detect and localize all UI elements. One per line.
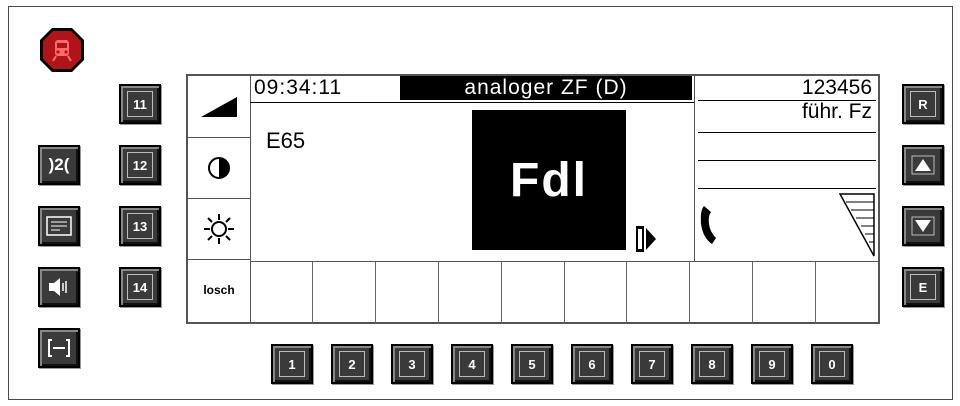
numeric-key-2[interactable]: 2	[331, 344, 373, 384]
loesch-label: losch	[203, 282, 235, 297]
pantograph-icon: )2(	[48, 155, 70, 174]
contrast-control[interactable]	[188, 137, 250, 199]
numeric-key-4[interactable]: 4	[451, 344, 493, 384]
function-key-14[interactable]: 14	[119, 267, 161, 307]
function-key-11[interactable]: 11	[119, 84, 161, 124]
call-direction-icon	[636, 226, 656, 252]
divider-line	[698, 188, 876, 189]
train-alarm-icon[interactable]	[38, 26, 86, 74]
brightness-icon	[204, 213, 234, 244]
soft-key[interactable]	[439, 262, 502, 323]
numeric-key-0[interactable]: 0	[811, 344, 853, 384]
numeric-key-7[interactable]: 7	[631, 344, 673, 384]
role-right: führ. Fz	[801, 100, 872, 123]
numeric-key-8[interactable]: 8	[691, 344, 733, 384]
reset-button[interactable]: R	[902, 84, 944, 124]
coupling-button[interactable]	[38, 328, 80, 368]
status-bar: 09:34:11 analoger ZF (D)	[250, 76, 694, 103]
soft-key[interactable]	[627, 262, 691, 323]
train-number: E65	[266, 128, 306, 153]
arrow-up-icon	[911, 155, 935, 175]
function-key-13[interactable]: 13	[119, 206, 161, 246]
volume-ramp-icon	[201, 96, 237, 117]
message-icon	[46, 216, 72, 236]
soft-key[interactable]	[376, 262, 439, 323]
loesch-button[interactable]: losch	[188, 259, 250, 320]
soft-key[interactable]	[250, 262, 313, 323]
contrast-icon	[208, 156, 230, 179]
numeric-key-3[interactable]: 3	[391, 344, 433, 384]
message-button[interactable]	[38, 206, 80, 246]
screen-control-column: losch	[188, 76, 251, 322]
arrow-down-button[interactable]	[902, 206, 944, 246]
clock-time: 09:34:11	[254, 76, 343, 99]
mode-indicator: analoger ZF (D)	[400, 76, 692, 100]
display-screen: losch 09:34:11 analoger ZF (D) E65 Fdl 1…	[186, 74, 880, 324]
coupling-icon	[48, 339, 70, 357]
arrow-up-button[interactable]	[902, 145, 944, 185]
soft-key[interactable]	[753, 262, 817, 323]
numeric-key-5[interactable]: 5	[511, 344, 553, 384]
id-number: 123456	[801, 76, 872, 99]
signal-strength-icon	[838, 193, 875, 257]
brightness-control[interactable]	[188, 198, 250, 260]
phone-handset-icon	[700, 206, 716, 244]
soft-key[interactable]	[816, 262, 878, 323]
soft-key[interactable]	[313, 262, 376, 323]
numeric-key-1[interactable]: 1	[271, 344, 313, 384]
numeric-key-6[interactable]: 6	[571, 344, 613, 384]
divider-line	[698, 160, 876, 161]
volume-control[interactable]	[188, 76, 250, 138]
screen-separator	[694, 76, 695, 261]
role-display: Fdl	[472, 110, 626, 250]
function-key-12[interactable]: 12	[119, 145, 161, 185]
speaker-icon	[49, 278, 67, 296]
speaker-button[interactable]	[38, 267, 80, 307]
arrow-down-icon	[911, 216, 935, 236]
numeric-key-9[interactable]: 9	[751, 344, 793, 384]
soft-key[interactable]	[502, 262, 565, 323]
soft-key[interactable]	[565, 262, 628, 323]
soft-key-row	[250, 261, 878, 323]
soft-key[interactable]	[690, 262, 754, 323]
pantograph-button[interactable]: )2(	[38, 145, 80, 185]
enter-button[interactable]: E	[902, 267, 944, 307]
divider-line	[698, 132, 876, 133]
